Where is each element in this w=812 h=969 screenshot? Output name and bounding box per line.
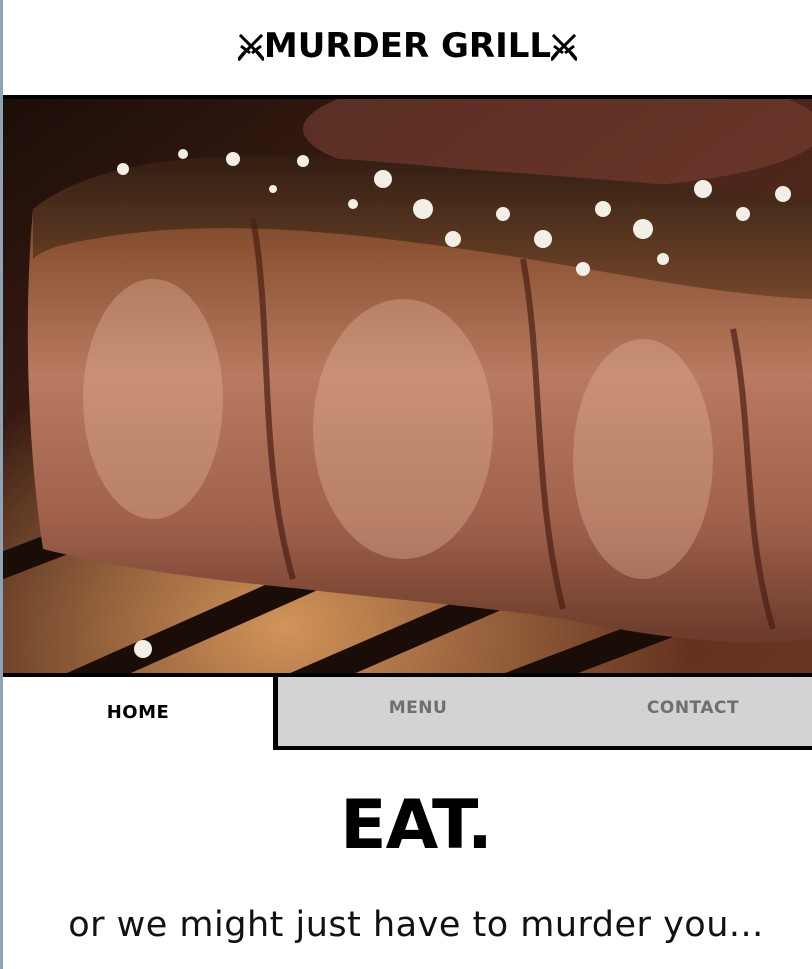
tab-menu[interactable]: MENU [328, 677, 508, 746]
crossed-swords-icon [551, 33, 578, 61]
tab-home[interactable]: HOME [3, 677, 273, 750]
tab-contact[interactable]: CONTACT [598, 677, 788, 746]
main-nav: HOME MENU CONTACT [3, 673, 812, 750]
inactive-tabs: MENU CONTACT [273, 673, 812, 750]
site-header: MURDER GRILL [3, 0, 812, 95]
tab-menu-label: MENU [388, 697, 448, 718]
site-logo[interactable]: MURDER GRILL [237, 25, 578, 66]
tab-home-label: HOME [106, 702, 170, 723]
tab-contact-label: CONTACT [646, 697, 740, 718]
steak-photo [3, 99, 812, 673]
home-content: EAT. or we might just have to murder you… [3, 750, 812, 969]
hero-steak-image [3, 95, 812, 673]
headline: EAT. [340, 786, 493, 865]
crossed-swords-icon [237, 33, 264, 61]
logo-text: MURDER GRILL [263, 25, 552, 66]
tagline: or we might just have to murder you... [68, 905, 764, 945]
